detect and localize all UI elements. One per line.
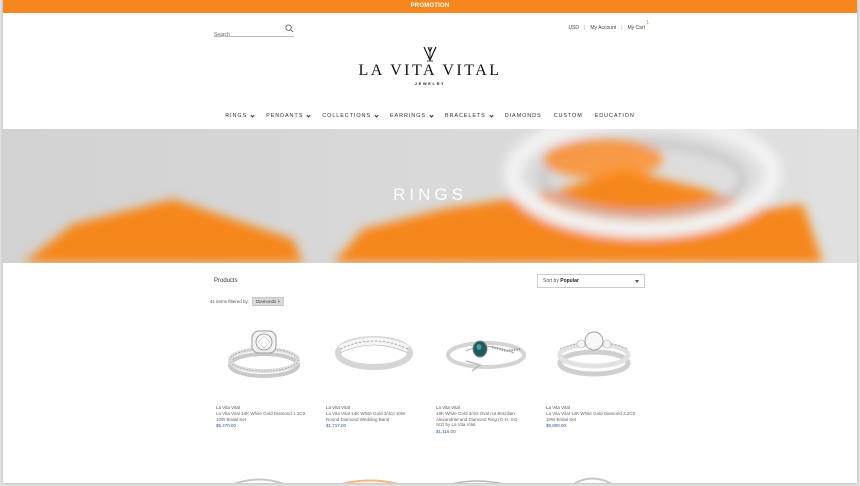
product-brand: La Vita Vital: [326, 405, 350, 410]
alexandrite-ring-image[interactable]: [436, 313, 532, 388]
search-input[interactable]: [214, 28, 280, 42]
search-box: [214, 23, 294, 42]
product-price: $1,116.00: [436, 428, 456, 434]
chevron-down-icon: [374, 112, 379, 118]
nav-item-earrings[interactable]: EARRINGS: [389, 112, 434, 119]
caret-down-icon: [635, 280, 639, 283]
nav-label: EARRINGS: [389, 113, 426, 119]
cart-label: My Cart: [627, 25, 646, 31]
main-nav: RINGS PENDANTS COLLECTIONS EARRINGS BRAC…: [3, 112, 857, 119]
nav-item-custom[interactable]: CUSTOM: [554, 113, 583, 119]
nav-item-diamonds[interactable]: DIAMONDS: [505, 113, 542, 119]
chevron-down-icon: [489, 112, 494, 118]
wedding-band-image[interactable]: [326, 313, 422, 388]
chevron-down-icon: [250, 112, 255, 118]
halo-bridal-set-image[interactable]: [216, 313, 312, 388]
product-price: $5,800.00: [546, 423, 567, 428]
divider: |: [584, 25, 586, 31]
nav-label: EDUCATION: [594, 113, 635, 119]
nav-item-pendants[interactable]: PENDANTS: [266, 112, 311, 119]
divider: |: [621, 25, 623, 31]
site-logo[interactable]: LA VITA VITAL JEWELRY: [3, 46, 857, 86]
currency-selector[interactable]: USD: [568, 25, 579, 31]
page-title: RINGS: [393, 185, 467, 204]
product-listing: Products Sort by Popular 41 items filter…: [3, 263, 857, 483]
logo-wordmark: LA VITA VITAL: [358, 62, 502, 79]
nav-label: COLLECTIONS: [322, 113, 371, 119]
cart-count-badge: 1: [646, 20, 649, 26]
product-brand: La Vita Vital: [436, 405, 460, 410]
sort-prefix: Sort by: [543, 278, 559, 284]
product-grid: La Vita Vital La Vita Vital 14K White Go…: [214, 313, 654, 434]
nav-label: PENDANTS: [266, 113, 304, 119]
product-card[interactable]: La Vita Vital 18K White Gold 3/4ct Oval …: [434, 313, 544, 434]
nav-label: RINGS: [225, 113, 248, 119]
product-brand: La Vita Vital: [216, 405, 240, 410]
utility-links: USD | My Account | My Cart 1: [568, 20, 650, 31]
browser-page: PROMOTION USD | My Account | My Cart 1: [3, 0, 857, 483]
nav-label: BRACELETS: [444, 113, 486, 119]
logo-tagline: JEWELRY: [414, 81, 446, 86]
product-name[interactable]: La Vita Vital 14K White Gold Diamond 3.2…: [546, 411, 636, 422]
my-account-link[interactable]: My Account: [590, 25, 616, 31]
logo-monogram-icon: [423, 46, 437, 62]
products-heading: Products: [214, 278, 238, 284]
site-header: USD | My Account | My Cart 1 LA VITA VIT…: [3, 13, 857, 129]
product-name[interactable]: 18K White Gold 3/4ct Oval cut Brazilian …: [436, 411, 526, 428]
filter-chip-diamonds[interactable]: Diamonds ×: [252, 297, 285, 306]
search-icon[interactable]: [285, 24, 294, 33]
product-card[interactable]: La Vita Vital La Vita Vital 14K White Go…: [214, 313, 324, 434]
chevron-down-icon: [306, 112, 311, 118]
bridal-set-image[interactable]: [546, 313, 642, 388]
product-price: $5,470.00: [216, 423, 237, 428]
product-price: $1,717.00: [326, 423, 347, 428]
nav-label: DIAMONDS: [504, 113, 542, 119]
chevron-down-icon: [429, 112, 434, 118]
sort-value: Popular: [560, 278, 579, 284]
nav-item-collections[interactable]: COLLECTIONS: [322, 112, 379, 119]
next-row-product-images: [233, 477, 613, 483]
product-card[interactable]: La Vita Vital La Vita Vital 14K White Go…: [324, 313, 434, 434]
nav-item-bracelets[interactable]: BRACELETS: [444, 112, 494, 119]
nav-item-rings[interactable]: RINGS: [225, 112, 255, 119]
product-name[interactable]: La Vita Vital 14K White Gold Diamond 1.3…: [216, 411, 306, 422]
product-name[interactable]: La Vita Vital 14K White Gold 3/4Ct 10W R…: [326, 411, 416, 422]
nav-item-education[interactable]: EDUCATION: [595, 113, 635, 119]
my-cart-link[interactable]: My Cart 1: [627, 20, 650, 31]
active-filters: 41 items filtered by: Diamonds ×: [210, 297, 285, 306]
product-card[interactable]: La Vita Vital La Vita Vital 14K White Go…: [544, 313, 654, 434]
product-brand: La Vita Vital: [546, 405, 570, 410]
nav-label: CUSTOM: [553, 113, 583, 119]
filter-count-text: 41 items filtered by:: [210, 299, 250, 304]
hero-banner: RINGS: [3, 129, 857, 263]
promo-bar[interactable]: PROMOTION: [3, 0, 857, 13]
sort-dropdown[interactable]: Sort by Popular: [537, 274, 645, 288]
